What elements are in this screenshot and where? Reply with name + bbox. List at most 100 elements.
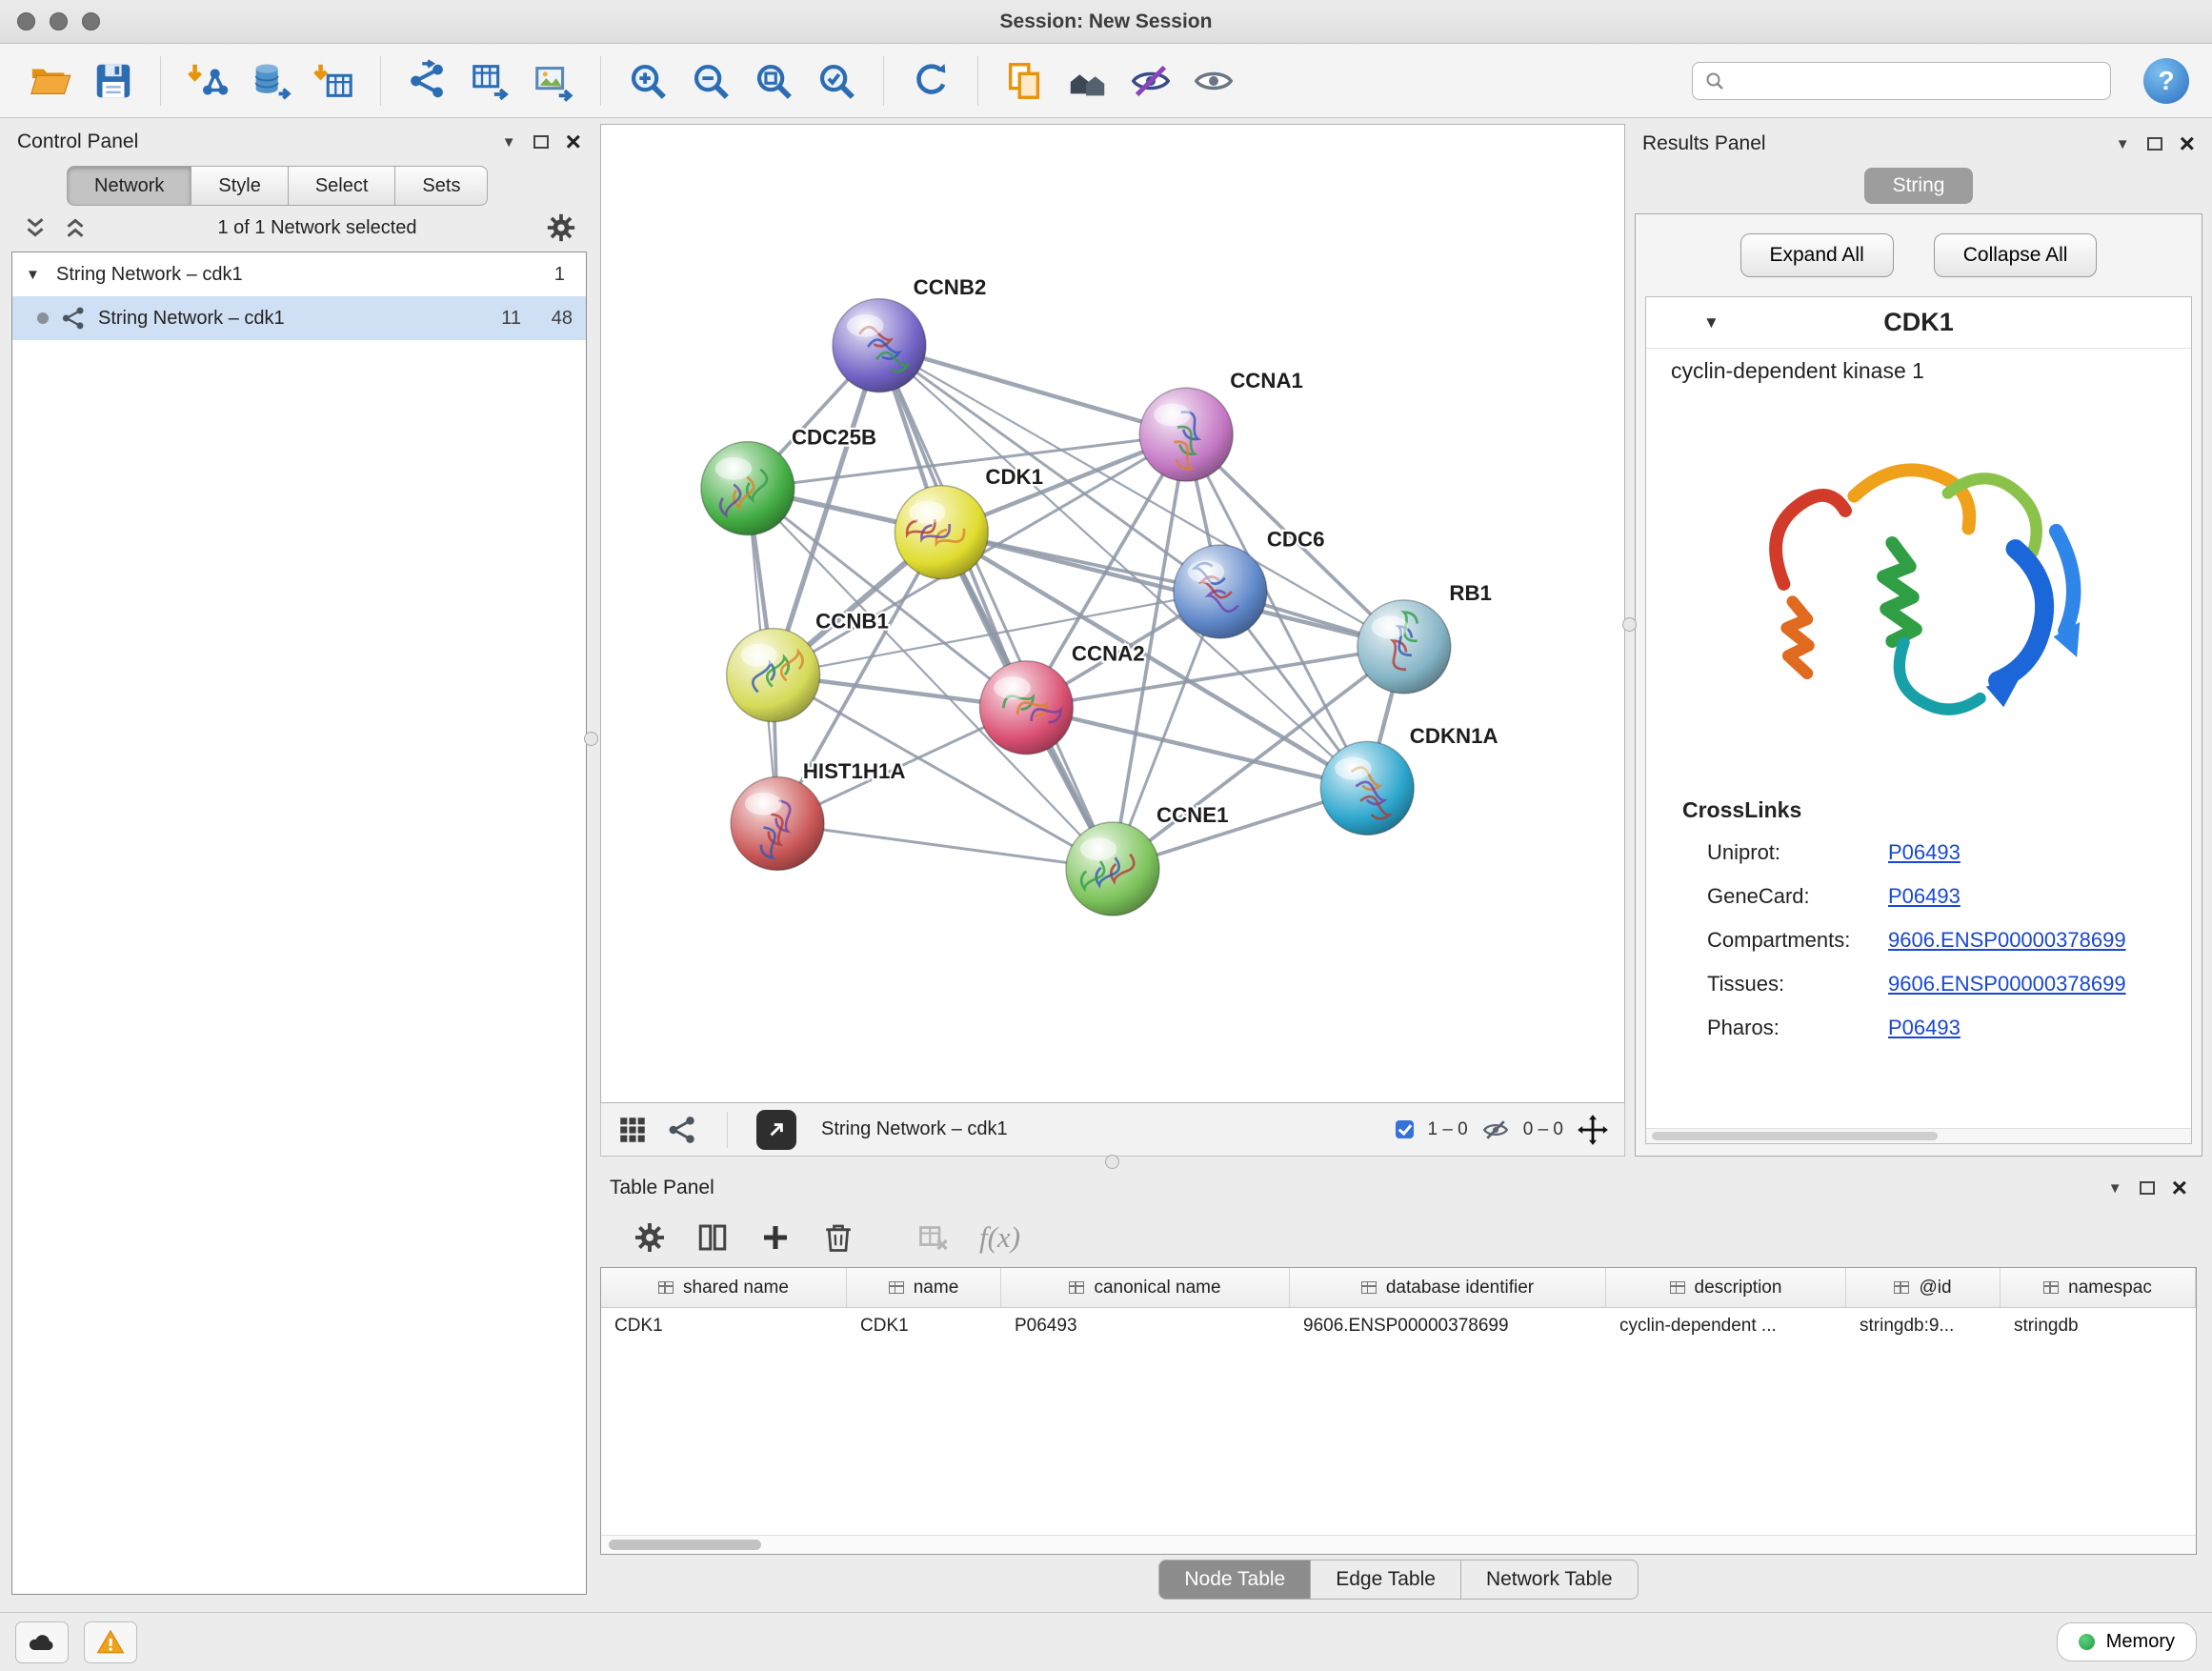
close-window-button[interactable] [17,12,35,30]
panel-menu-icon[interactable]: ▼ [2108,1180,2122,1197]
zoom-window-button[interactable] [82,12,100,30]
tab-select[interactable]: Select [288,166,396,206]
tab-node-table[interactable]: Node Table [1158,1560,1311,1600]
minimize-window-button[interactable] [50,12,68,30]
import-network-database-button[interactable] [243,52,298,110]
move-crosshair-icon[interactable] [1577,1114,1609,1146]
cell-id[interactable]: stringdb:9... [1846,1308,2001,1348]
panel-float-icon[interactable] [2140,1181,2155,1195]
show-all-button[interactable] [1186,52,1241,110]
tab-sets[interactable]: Sets [394,166,488,206]
panel-close-icon[interactable]: × [2172,1178,2187,1198]
open-in-browser-button[interactable] [756,1110,796,1150]
cell-database-identifier[interactable]: 9606.ENSP00000378699 [1290,1308,1606,1348]
panel-float-icon[interactable] [2147,137,2162,151]
compartments-link[interactable]: 9606.ENSP00000378699 [1888,928,2126,953]
splitter-handle[interactable] [1622,617,1637,632]
memory-button[interactable]: Memory [2057,1622,2197,1661]
columns-icon[interactable] [695,1220,730,1255]
collapse-all-icon[interactable] [21,213,50,242]
cell-shared-name[interactable]: CDK1 [601,1308,847,1348]
tab-network-table[interactable]: Network Table [1460,1560,1639,1600]
first-neighbors-button[interactable] [1060,52,1116,110]
selected-checkbox-icon[interactable] [1396,1120,1414,1138]
hide-selected-button[interactable] [1123,52,1178,110]
column-header[interactable]: @id [1846,1268,2001,1307]
search-input[interactable] [1692,62,2111,100]
panel-menu-icon[interactable]: ▼ [502,134,516,151]
network-row-selected[interactable]: String Network – cdk1 11 48 [12,296,586,340]
zoom-in-button[interactable] [620,52,675,110]
column-label: shared name [683,1278,789,1299]
cell-description[interactable]: cyclin-dependent ... [1606,1308,1846,1348]
function-builder-icon: f(x) [979,1220,1020,1255]
column-header[interactable]: description [1606,1268,1846,1307]
table-hscrollbar[interactable] [601,1535,2196,1554]
horizontal-splitter[interactable] [591,1157,2204,1168]
splitter-handle[interactable] [1105,1155,1119,1169]
results-tab-row: String [1633,164,2204,213]
cell-name[interactable]: CDK1 [847,1308,1001,1348]
expand-all-button[interactable]: Expand All [1740,233,1894,277]
zoom-out-button[interactable] [683,52,738,110]
help-button[interactable]: ? [2143,58,2189,104]
cloud-status-button[interactable] [15,1621,69,1663]
open-session-button[interactable] [23,52,78,110]
collapse-section-icon[interactable]: ▼ [1703,313,1719,332]
network-view: CCNB2CCNA1CDC25BCDK1CDC6RB1CCNB1CCNA2CDK… [600,124,1625,1157]
cell-canonical-name[interactable]: P06493 [1001,1308,1290,1348]
cell-namespace[interactable]: stringdb [2001,1308,2196,1348]
import-table-button[interactable] [306,52,361,110]
gene-symbol: CDK1 [1883,308,1954,337]
svg-text:CDKN1A: CDKN1A [1410,724,1498,748]
scrollbar-thumb[interactable] [609,1540,761,1550]
collapse-all-button[interactable]: Collapse All [1934,233,2098,277]
table-settings-gear-icon[interactable] [633,1220,667,1255]
copy-button[interactable] [997,52,1053,110]
tab-style[interactable]: Style [191,166,288,206]
pharos-link[interactable]: P06493 [1888,1016,1961,1040]
network-collection-row[interactable]: ▼ String Network – cdk1 1 [12,252,586,296]
new-network-from-selection-button[interactable] [400,52,455,110]
svg-text:CDC6: CDC6 [1267,527,1325,551]
panel-menu-icon[interactable]: ▼ [2116,136,2130,152]
table-row[interactable]: CDK1 CDK1 P06493 9606.ENSP00000378699 cy… [601,1308,2196,1348]
warnings-button[interactable] [84,1621,137,1663]
apply-layout-button[interactable] [903,52,958,110]
export-image-button[interactable] [526,52,581,110]
zoom-fit-button[interactable] [746,52,801,110]
results-hscrollbar[interactable] [1646,1128,2191,1143]
import-network-button[interactable] [180,52,235,110]
eye-slash-icon [1129,59,1173,103]
panel-close-icon[interactable]: × [566,132,581,151]
gene-section-header[interactable]: ▼ CDK1 [1646,297,2191,349]
uniprot-link[interactable]: P06493 [1888,840,1961,865]
tissues-link[interactable]: 9606.ENSP00000378699 [1888,972,2126,997]
column-header[interactable]: name [847,1268,1001,1307]
network-canvas[interactable]: CCNB2CCNA1CDC25BCDK1CDC6RB1CCNB1CCNA2CDK… [600,124,1625,1103]
tab-network[interactable]: Network [67,166,191,206]
scrollbar-thumb[interactable] [1652,1132,1938,1140]
add-column-icon[interactable] [758,1220,793,1255]
birds-eye-view-icon[interactable] [616,1114,649,1146]
tree-expander-icon[interactable]: ▼ [26,267,45,283]
copy-document-icon [1003,59,1047,103]
column-header[interactable]: canonical name [1001,1268,1290,1307]
column-header[interactable]: shared name [601,1268,847,1307]
genecard-link[interactable]: P06493 [1888,884,1961,909]
export-table-button[interactable] [463,52,518,110]
delete-icon[interactable] [821,1220,855,1255]
crosslink-row: GeneCard: P06493 [1646,875,2191,918]
expand-all-icon[interactable] [61,213,90,242]
string-app-icon[interactable] [666,1114,698,1146]
column-header[interactable]: database identifier [1290,1268,1606,1307]
zoom-selected-button[interactable] [809,52,864,110]
column-header[interactable]: namespac [2001,1268,2196,1307]
panel-close-icon[interactable]: × [2180,134,2195,153]
panel-float-icon[interactable] [533,135,549,149]
save-session-button[interactable] [86,52,141,110]
tab-edge-table[interactable]: Edge Table [1310,1560,1461,1600]
gear-icon[interactable] [545,211,577,244]
string-results-tab[interactable]: String [1864,168,1974,204]
network-graph[interactable]: CCNB2CCNA1CDC25BCDK1CDC6RB1CCNB1CCNA2CDK… [601,125,1624,1102]
